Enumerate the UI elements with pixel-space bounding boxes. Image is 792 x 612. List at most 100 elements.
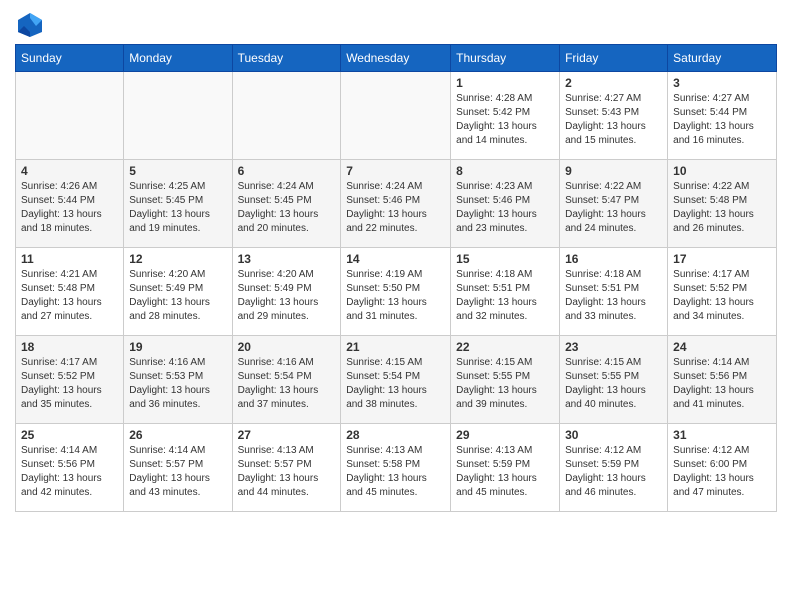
day-info: Sunrise: 4:12 AM Sunset: 6:00 PM Dayligh… [673, 444, 771, 500]
day-number: 15 [456, 252, 554, 266]
calendar-cell: 23 Sunrise: 4:15 AM Sunset: 5:55 PM Dayli… [560, 336, 668, 424]
calendar-week-3: 11Sunrise: 4:21 AM Sunset: 5:48 PM Dayli… [16, 248, 777, 336]
calendar-cell: 8 Sunrise: 4:23 AM Sunset: 5:46 PM Daylig… [451, 160, 560, 248]
day-number: 28 [346, 428, 445, 442]
calendar-cell: 4 Sunrise: 4:26 AM Sunset: 5:44 PM Daylig… [16, 160, 124, 248]
logo [15, 10, 49, 40]
calendar-cell: 29 Sunrise: 4:13 AM Sunset: 5:59 PM Dayli… [451, 424, 560, 512]
page-header [15, 10, 777, 40]
calendar-cell [124, 72, 232, 160]
day-number: 12 [129, 252, 226, 266]
calendar-cell: 20Sunrise: 4:16 AM Sunset: 5:54 PM Dayli… [232, 336, 341, 424]
day-number: 8 [456, 164, 554, 178]
calendar-header-row: SundayMondayTuesdayWednesdayThursdayFrid… [16, 45, 777, 72]
calendar-week-1: 1 Sunrise: 4:28 AM Sunset: 5:42 PM Daylig… [16, 72, 777, 160]
day-number: 23 [565, 340, 662, 354]
calendar-cell: 2 Sunrise: 4:27 AM Sunset: 5:43 PM Daylig… [560, 72, 668, 160]
calendar-cell [16, 72, 124, 160]
calendar-cell: 3Sunrise: 4:27 AM Sunset: 5:44 PM Daylig… [668, 72, 777, 160]
day-info: Sunrise: 4:18 AM Sunset: 5:51 PM Dayligh… [565, 268, 662, 324]
calendar-week-4: 18 Sunrise: 4:17 AM Sunset: 5:52 PM Dayli… [16, 336, 777, 424]
day-number: 14 [346, 252, 445, 266]
day-number: 16 [565, 252, 662, 266]
day-info: Sunrise: 4:14 AM Sunset: 5:56 PM Dayligh… [673, 356, 771, 412]
day-info: Sunrise: 4:15 AM Sunset: 5:55 PM Dayligh… [456, 356, 554, 412]
calendar-cell [341, 72, 451, 160]
day-number: 3 [673, 76, 771, 90]
day-header-friday: Friday [560, 45, 668, 72]
day-number: 29 [456, 428, 554, 442]
day-info: Sunrise: 4:14 AM Sunset: 5:56 PM Dayligh… [21, 444, 118, 500]
calendar-cell [232, 72, 341, 160]
calendar-cell: 11Sunrise: 4:21 AM Sunset: 5:48 PM Dayli… [16, 248, 124, 336]
day-info: Sunrise: 4:24 AM Sunset: 5:45 PM Dayligh… [238, 180, 336, 236]
calendar-cell: 5 Sunrise: 4:25 AM Sunset: 5:45 PM Daylig… [124, 160, 232, 248]
calendar-cell: 13 Sunrise: 4:20 AM Sunset: 5:49 PM Dayli… [232, 248, 341, 336]
day-info: Sunrise: 4:23 AM Sunset: 5:46 PM Dayligh… [456, 180, 554, 236]
calendar-cell: 28 Sunrise: 4:13 AM Sunset: 5:58 PM Dayli… [341, 424, 451, 512]
calendar-cell: 19 Sunrise: 4:16 AM Sunset: 5:53 PM Dayli… [124, 336, 232, 424]
calendar-cell: 30 Sunrise: 4:12 AM Sunset: 5:59 PM Dayli… [560, 424, 668, 512]
day-info: Sunrise: 4:24 AM Sunset: 5:46 PM Dayligh… [346, 180, 445, 236]
day-number: 11 [21, 252, 118, 266]
day-header-thursday: Thursday [451, 45, 560, 72]
day-number: 6 [238, 164, 336, 178]
day-info: Sunrise: 4:13 AM Sunset: 5:58 PM Dayligh… [346, 444, 445, 500]
calendar-cell: 18 Sunrise: 4:17 AM Sunset: 5:52 PM Dayli… [16, 336, 124, 424]
day-number: 21 [346, 340, 445, 354]
calendar-cell: 26 Sunrise: 4:14 AM Sunset: 5:57 PM Dayli… [124, 424, 232, 512]
day-number: 20 [238, 340, 336, 354]
day-info: Sunrise: 4:22 AM Sunset: 5:47 PM Dayligh… [565, 180, 662, 236]
day-number: 4 [21, 164, 118, 178]
day-number: 2 [565, 76, 662, 90]
day-number: 30 [565, 428, 662, 442]
calendar-cell: 14 Sunrise: 4:19 AM Sunset: 5:50 PM Dayli… [341, 248, 451, 336]
day-number: 31 [673, 428, 771, 442]
calendar-cell: 7Sunrise: 4:24 AM Sunset: 5:46 PM Daylig… [341, 160, 451, 248]
day-number: 25 [21, 428, 118, 442]
calendar-week-2: 4 Sunrise: 4:26 AM Sunset: 5:44 PM Daylig… [16, 160, 777, 248]
day-number: 9 [565, 164, 662, 178]
calendar-cell: 22Sunrise: 4:15 AM Sunset: 5:55 PM Dayli… [451, 336, 560, 424]
day-info: Sunrise: 4:19 AM Sunset: 5:50 PM Dayligh… [346, 268, 445, 324]
day-number: 1 [456, 76, 554, 90]
calendar-cell: 15 Sunrise: 4:18 AM Sunset: 5:51 PM Dayli… [451, 248, 560, 336]
day-info: Sunrise: 4:25 AM Sunset: 5:45 PM Dayligh… [129, 180, 226, 236]
day-info: Sunrise: 4:14 AM Sunset: 5:57 PM Dayligh… [129, 444, 226, 500]
day-info: Sunrise: 4:16 AM Sunset: 5:53 PM Dayligh… [129, 356, 226, 412]
day-header-wednesday: Wednesday [341, 45, 451, 72]
day-info: Sunrise: 4:22 AM Sunset: 5:48 PM Dayligh… [673, 180, 771, 236]
logo-icon [15, 10, 45, 40]
calendar-cell: 17 Sunrise: 4:17 AM Sunset: 5:52 PM Dayli… [668, 248, 777, 336]
day-number: 24 [673, 340, 771, 354]
day-number: 13 [238, 252, 336, 266]
day-info: Sunrise: 4:12 AM Sunset: 5:59 PM Dayligh… [565, 444, 662, 500]
calendar-table: SundayMondayTuesdayWednesdayThursdayFrid… [15, 44, 777, 512]
day-number: 18 [21, 340, 118, 354]
day-info: Sunrise: 4:26 AM Sunset: 5:44 PM Dayligh… [21, 180, 118, 236]
day-info: Sunrise: 4:20 AM Sunset: 5:49 PM Dayligh… [238, 268, 336, 324]
day-info: Sunrise: 4:17 AM Sunset: 5:52 PM Dayligh… [673, 268, 771, 324]
day-info: Sunrise: 4:20 AM Sunset: 5:49 PM Dayligh… [129, 268, 226, 324]
calendar-cell: 9 Sunrise: 4:22 AM Sunset: 5:47 PM Daylig… [560, 160, 668, 248]
calendar-cell: 16 Sunrise: 4:18 AM Sunset: 5:51 PM Dayli… [560, 248, 668, 336]
day-info: Sunrise: 4:13 AM Sunset: 5:57 PM Dayligh… [238, 444, 336, 500]
calendar-cell: 6 Sunrise: 4:24 AM Sunset: 5:45 PM Daylig… [232, 160, 341, 248]
day-info: Sunrise: 4:15 AM Sunset: 5:55 PM Dayligh… [565, 356, 662, 412]
day-info: Sunrise: 4:27 AM Sunset: 5:43 PM Dayligh… [565, 92, 662, 148]
day-number: 19 [129, 340, 226, 354]
day-number: 27 [238, 428, 336, 442]
day-number: 10 [673, 164, 771, 178]
calendar-cell: 27 Sunrise: 4:13 AM Sunset: 5:57 PM Dayli… [232, 424, 341, 512]
day-number: 17 [673, 252, 771, 266]
calendar-week-5: 25 Sunrise: 4:14 AM Sunset: 5:56 PM Dayli… [16, 424, 777, 512]
day-number: 26 [129, 428, 226, 442]
day-info: Sunrise: 4:28 AM Sunset: 5:42 PM Dayligh… [456, 92, 554, 148]
day-number: 5 [129, 164, 226, 178]
day-info: Sunrise: 4:18 AM Sunset: 5:51 PM Dayligh… [456, 268, 554, 324]
calendar-cell: 31 Sunrise: 4:12 AM Sunset: 6:00 PM Dayli… [668, 424, 777, 512]
day-info: Sunrise: 4:15 AM Sunset: 5:54 PM Dayligh… [346, 356, 445, 412]
calendar-cell: 1 Sunrise: 4:28 AM Sunset: 5:42 PM Daylig… [451, 72, 560, 160]
day-info: Sunrise: 4:17 AM Sunset: 5:52 PM Dayligh… [21, 356, 118, 412]
day-info: Sunrise: 4:13 AM Sunset: 5:59 PM Dayligh… [456, 444, 554, 500]
